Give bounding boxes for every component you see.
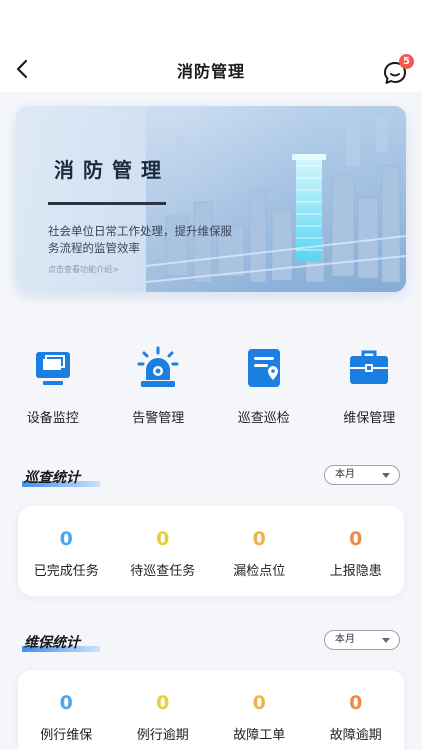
stat-reported-hazards[interactable]: 0 上报隐患	[308, 506, 405, 596]
inspection-clipboard-icon	[241, 345, 287, 391]
caret-down-icon	[382, 473, 390, 478]
messages-button[interactable]: 5	[382, 54, 414, 86]
stat-value: 0	[59, 528, 73, 550]
stat-label: 故障逾期	[329, 728, 382, 743]
stat-value: 0	[349, 528, 363, 550]
inspection-period-select[interactable]: 本月	[324, 465, 400, 485]
stat-value: 0	[156, 528, 170, 550]
stat-missed-points[interactable]: 0 漏检点位	[211, 506, 308, 596]
monitor-icon	[30, 345, 76, 391]
inspection-stats-card: 0 已完成任务 0 待巡查任务 0 漏检点位 0 上报隐患	[18, 506, 404, 596]
quick-action-label: 巡查巡检	[237, 411, 290, 426]
quick-action-label: 维保管理	[343, 411, 396, 426]
banner-divider	[48, 202, 166, 205]
stat-label: 例行逾期	[136, 728, 189, 743]
page-title: 消防管理	[176, 62, 245, 81]
quick-action-alarm-management[interactable]: 告警管理	[106, 345, 212, 435]
banner-description: 社会单位日常工作处理，提升维保服务流程的监管效率	[48, 224, 232, 255]
quick-action-inspection[interactable]: 巡查巡检	[211, 345, 317, 435]
caret-down-icon	[382, 638, 390, 643]
stat-label: 漏检点位	[233, 564, 286, 579]
quick-action-label: 告警管理	[132, 411, 185, 426]
toolbox-icon	[346, 345, 392, 391]
stat-pending-tasks[interactable]: 0 待巡查任务	[115, 506, 212, 596]
maintenance-stats-card: 0 例行维保 0 例行逾期 0 故障工单 0 故障逾期	[18, 670, 404, 750]
stat-label: 故障工单	[233, 728, 286, 743]
stat-routine-overdue[interactable]: 0 例行逾期	[115, 670, 212, 750]
stat-value: 0	[156, 692, 170, 714]
quick-action-label: 设备监控	[26, 411, 79, 426]
stat-label: 例行维保	[40, 728, 93, 743]
banner-title: 消防管理	[54, 158, 170, 182]
quick-action-device-monitor[interactable]: 设备监控	[0, 345, 106, 435]
banner-intro-link[interactable]: 点击查看功能介绍>	[48, 264, 119, 275]
feature-banner[interactable]: 消防管理 社会单位日常工作处理，提升维保服务流程的监管效率 点击查看功能介绍>	[16, 106, 406, 292]
stat-value: 0	[252, 528, 266, 550]
top-nav-bar: 消防管理 5	[0, 0, 422, 92]
stat-completed-tasks[interactable]: 0 已完成任务	[18, 506, 115, 596]
section-title: 维保统计	[24, 635, 80, 651]
stat-fault-overdue[interactable]: 0 故障逾期	[308, 670, 405, 750]
maintenance-stats-header: 维保统计 本月	[22, 630, 400, 656]
alarm-light-icon	[135, 345, 181, 391]
stat-label: 已完成任务	[33, 564, 99, 579]
stat-label: 待巡查任务	[130, 564, 196, 579]
stat-routine-maintenance[interactable]: 0 例行维保	[18, 670, 115, 750]
city-skyline-illustration	[146, 106, 406, 292]
period-select-value: 本月	[335, 469, 355, 480]
maintenance-period-select[interactable]: 本月	[324, 630, 400, 650]
stat-value: 0	[349, 692, 363, 714]
stat-fault-orders[interactable]: 0 故障工单	[211, 670, 308, 750]
message-count-badge: 5	[399, 54, 414, 69]
period-select-value: 本月	[335, 634, 355, 645]
section-title: 巡查统计	[24, 470, 80, 486]
quick-actions: 设备监控 告警管理 巡查巡检 维保管理	[0, 345, 422, 435]
stat-label: 上报隐患	[329, 564, 382, 579]
quick-action-maintenance[interactable]: 维保管理	[317, 345, 422, 435]
inspection-stats-header: 巡查统计 本月	[22, 465, 400, 491]
stat-value: 0	[59, 692, 73, 714]
stat-value: 0	[252, 692, 266, 714]
